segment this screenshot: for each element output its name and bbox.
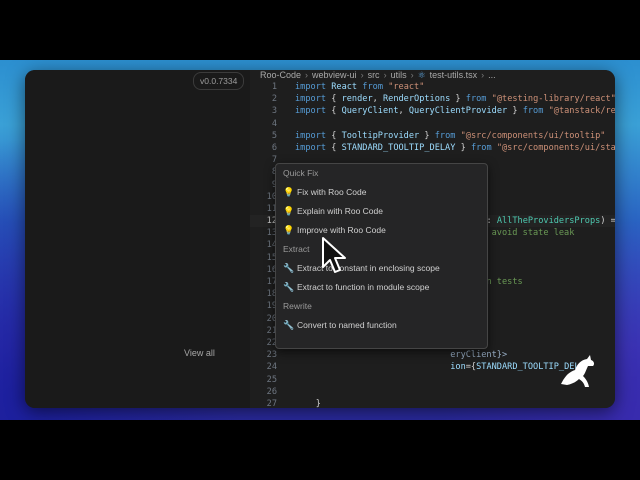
code-line[interactable]: 4 <box>250 118 615 130</box>
code-line[interactable]: 1 import React from "react" <box>250 81 615 93</box>
code-text[interactable]: import { render, RenderOptions } from "@… <box>295 93 615 105</box>
version-badge: v0.0.7334 <box>193 72 245 90</box>
menu-item-label: Fix with Roo Code <box>297 187 367 197</box>
line-number: 2 <box>271 94 277 105</box>
chevron-right-icon: › <box>360 70 364 80</box>
line-number: 27 <box>266 398 277 408</box>
wrench-icon: 🔧 <box>283 320 295 330</box>
menu-item-label: Explain with Roo Code <box>297 206 383 216</box>
code-text[interactable]: import { QueryClient, QueryClientProvide… <box>295 105 615 117</box>
wrench-icon: 🔧 <box>283 282 295 292</box>
code-text[interactable]: import React from "react" <box>295 81 424 93</box>
code-line[interactable]: 5 import { TooltipProvider } from "@src/c… <box>250 130 615 142</box>
roo-kangaroo-logo-icon <box>561 355 595 387</box>
code-text[interactable]: ion={STANDARD_TOOLTIP_DELA <box>295 361 585 373</box>
menu-item[interactable]: 🔧 Extract to constant in enclosing scope <box>276 259 487 278</box>
menu-item[interactable]: 🔧 Extract to function in module scope <box>276 278 487 297</box>
line-number: 17 <box>266 277 277 287</box>
breadcrumb-item-utils[interactable]: utils <box>391 70 407 80</box>
breadcrumb-item-src[interactable]: src <box>368 70 380 80</box>
line-number: 12 <box>266 216 277 227</box>
line-number: 19 <box>266 301 277 312</box>
code-text[interactable]: } <box>295 398 321 408</box>
code-line[interactable]: 3 import { QueryClient, QueryClientProvid… <box>250 105 615 117</box>
line-number: 5 <box>271 130 277 141</box>
mouse-pointer-icon <box>322 237 346 273</box>
line-number: 7 <box>271 155 277 166</box>
code-line[interactable]: 6 import { STANDARD_TOOLTIP_DELAY } from … <box>250 142 615 154</box>
chevron-right-icon: › <box>481 70 485 80</box>
line-number: 23 <box>266 350 277 361</box>
line-number: 13 <box>266 228 277 239</box>
wrench-icon: 🔧 <box>283 263 295 273</box>
code-line[interactable]: 2 import { render, RenderOptions } from "… <box>250 93 615 105</box>
code-text[interactable]: eryClient}> <box>295 349 507 361</box>
line-number: 11 <box>266 203 277 214</box>
code-text[interactable]: import { TooltipProvider } from "@src/co… <box>295 130 605 142</box>
lightbulb-icon: 💡 <box>283 206 295 216</box>
line-number: 1 <box>271 82 277 92</box>
code-line[interactable]: 27 } <box>250 398 615 408</box>
view-all-link[interactable]: View all <box>184 348 215 358</box>
line-number: 26 <box>266 386 277 397</box>
line-number: 21 <box>266 325 277 336</box>
menu-item[interactable]: 💡 Explain with Roo Code <box>276 202 487 221</box>
menu-item-label: Extract to constant in enclosing scope <box>297 263 440 273</box>
line-number: 14 <box>266 240 277 251</box>
line-number: 25 <box>266 374 277 385</box>
line-number: 18 <box>266 289 277 300</box>
menu-item[interactable]: 💡 Improve with Roo Code <box>276 221 487 240</box>
menu-item-label: Convert to named function <box>297 320 397 330</box>
line-number: 15 <box>266 252 277 263</box>
chevron-right-icon: › <box>410 70 414 80</box>
line-number: 4 <box>271 118 277 129</box>
breadcrumb-item-file[interactable]: test-utils.tsx <box>430 70 478 80</box>
menu-item[interactable]: 🔧 Convert to named function <box>276 316 487 335</box>
roo-code-sidebar: v0.0.7334 View all <box>25 70 251 408</box>
line-number: 22 <box>266 337 277 348</box>
line-number: 8 <box>250 166 277 178</box>
line-number: 10 <box>266 191 277 202</box>
lightbulb-icon: 💡 <box>283 225 295 235</box>
react-file-icon: ⚛ <box>417 70 426 80</box>
line-number: 16 <box>266 264 277 275</box>
chevron-right-icon: › <box>305 70 309 80</box>
menu-item-label: Extract to function in module scope <box>297 282 430 292</box>
menu-section-title: Rewrite <box>283 301 312 311</box>
line-number: 6 <box>271 142 277 153</box>
breadcrumb-item-webview-ui[interactable]: webview-ui <box>312 70 357 80</box>
line-number: 24 <box>266 362 277 373</box>
menu-section-title: Extract <box>283 244 310 254</box>
code-text[interactable]: import { STANDARD_TOOLTIP_DELAY } from "… <box>295 142 615 154</box>
menu-item[interactable]: 💡 Fix with Roo Code <box>276 183 487 202</box>
line-number: 9 <box>250 179 277 191</box>
line-number: 3 <box>271 106 277 117</box>
quick-fix-context-menu: Quick Fix 💡 Fix with Roo Code 💡 Explain with… <box>275 163 488 349</box>
line-number: 20 <box>266 313 277 324</box>
chevron-right-icon: › <box>383 70 387 80</box>
breadcrumb-item-more[interactable]: ... <box>488 70 496 80</box>
menu-section-title: Quick Fix <box>283 168 319 178</box>
breadcrumb-item-roo-code[interactable]: Roo-Code <box>260 70 301 80</box>
lightbulb-icon: 💡 <box>283 187 295 197</box>
